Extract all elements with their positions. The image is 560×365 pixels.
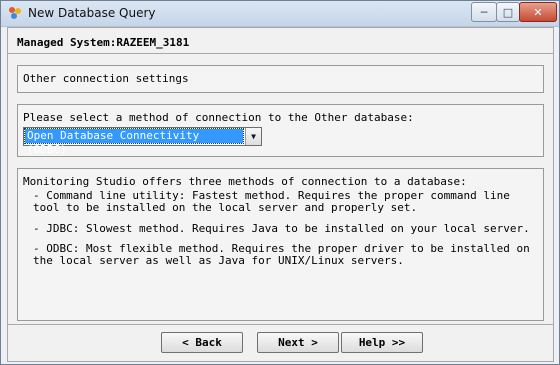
close-button[interactable]: ✕	[519, 2, 557, 22]
info-intro: Monitoring Studio offers three methods o…	[23, 175, 467, 188]
info-item-odbc: - ODBC: Most flexible method. Requires t…	[33, 242, 530, 267]
title-bar[interactable]: New Database Query ─ □ ✕	[1, 1, 559, 27]
maximize-button[interactable]: □	[496, 2, 520, 22]
minimize-button[interactable]: ─	[471, 2, 497, 22]
managed-system-label: Managed System:RAZEEM_3181	[17, 36, 190, 49]
window-title: New Database Query	[28, 6, 156, 20]
header-divider	[8, 53, 553, 54]
back-button[interactable]: < Back	[161, 332, 243, 353]
connection-method-select[interactable]: Open Database Connectivity (ODBC) ▼	[23, 127, 262, 156]
app-icon	[9, 7, 21, 19]
dialog-window: New Database Query ─ □ ✕ Managed System:…	[0, 0, 560, 365]
help-button[interactable]: Help >>	[341, 332, 423, 353]
section-title: Other connection settings	[23, 72, 189, 85]
selected-method[interactable]: Open Database Connectivity (ODBC)	[24, 128, 244, 156]
section-title-panel: Other connection settings	[17, 65, 544, 93]
info-item-command-line: - Command line utility: Fastest method. …	[33, 189, 510, 214]
connection-prompt: Please select a method of connection to …	[23, 111, 414, 124]
chevron-down-icon[interactable]: ▼	[245, 128, 261, 145]
next-button[interactable]: Next >	[257, 332, 339, 353]
info-item-jdbc: - JDBC: Slowest method. Requires Java to…	[33, 222, 530, 235]
connection-method-panel: Please select a method of connection to …	[17, 104, 544, 157]
footer-divider	[8, 324, 553, 325]
dialog-content: Managed System:RAZEEM_3181 Other connect…	[7, 27, 554, 362]
info-panel: Monitoring Studio offers three methods o…	[17, 168, 544, 321]
